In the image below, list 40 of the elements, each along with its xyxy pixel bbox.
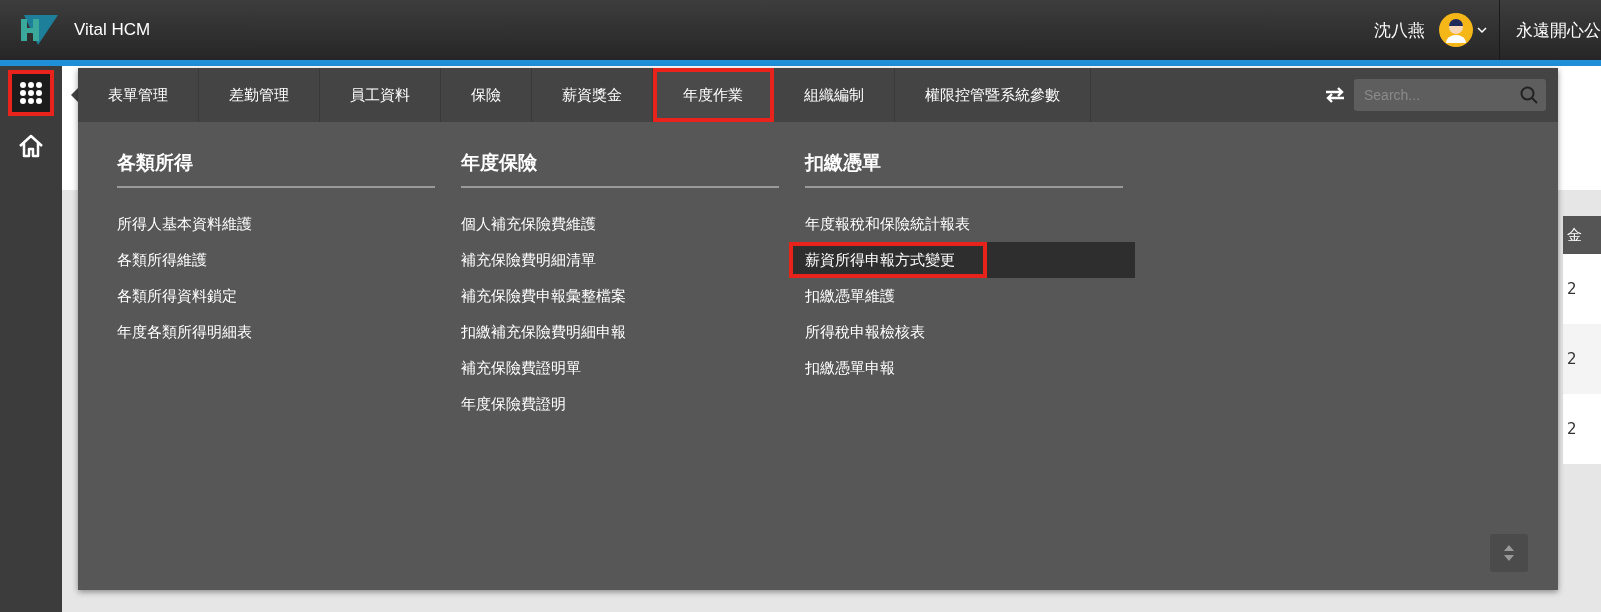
search-icon[interactable] (1520, 86, 1538, 104)
menu-item[interactable]: 年度各類所得明細表 (117, 314, 435, 350)
table-header: 金 (1563, 216, 1601, 254)
menu-item[interactable]: 年度報稅和保險統計報表 (805, 206, 1123, 242)
scroll-button[interactable] (1490, 534, 1528, 572)
menu-item[interactable]: 所得稅申報檢核表 (805, 314, 1123, 350)
menu-item[interactable]: 各類所得維護 (117, 242, 435, 278)
menu-tab[interactable]: 員工資料 (320, 68, 441, 122)
menu-item[interactable]: 年度保險費證明 (461, 386, 779, 422)
menu-section-title: 年度保險 (461, 150, 779, 188)
menu-tab[interactable]: 權限控管暨系統參數 (895, 68, 1091, 122)
menu-item[interactable]: 所得人基本資料維護 (117, 206, 435, 242)
menu-item[interactable]: 補充保險費證明單 (461, 350, 779, 386)
avatar-icon[interactable] (1439, 13, 1473, 47)
menu-section-title: 扣繳憑單 (805, 150, 1123, 188)
menu-item[interactable]: 補充保險費明細清單 (461, 242, 779, 278)
menu-tab[interactable]: 差勤管理 (199, 68, 320, 122)
user-name: 沈八燕 (1374, 18, 1425, 42)
menu-tab[interactable]: 表單管理 (78, 68, 199, 122)
app-name: Vital HCM (74, 20, 151, 40)
menu-item[interactable]: 扣繳憑單維護 (805, 278, 1123, 314)
menu-tab[interactable]: 年度作業 (653, 68, 774, 122)
menu-item[interactable]: 薪資所得申報方式變更 (791, 242, 1135, 278)
company-name[interactable]: 永遠開心公 (1499, 0, 1601, 60)
home-icon[interactable] (18, 134, 44, 158)
menu-item[interactable]: 補充保險費申報彙整檔案 (461, 278, 779, 314)
logo-icon (18, 15, 58, 45)
menu-item[interactable]: 各類所得資料鎖定 (117, 278, 435, 314)
menu-item[interactable]: 扣繳補充保險費明細申報 (461, 314, 779, 350)
menu-item[interactable]: 個人補充保險費維護 (461, 206, 779, 242)
menu-item[interactable]: 扣繳憑單申報 (805, 350, 1123, 386)
menu-tab[interactable]: 保險 (441, 68, 532, 122)
sort-icon (1503, 544, 1515, 562)
menu-section-title: 各類所得 (117, 150, 435, 188)
swap-icon[interactable] (1324, 87, 1346, 103)
menu-tab[interactable]: 組織編制 (774, 68, 895, 122)
grid-icon (19, 81, 43, 105)
caret-icon[interactable] (1477, 25, 1487, 35)
apps-button[interactable] (8, 70, 54, 116)
table-cell: 2 (1563, 324, 1601, 394)
